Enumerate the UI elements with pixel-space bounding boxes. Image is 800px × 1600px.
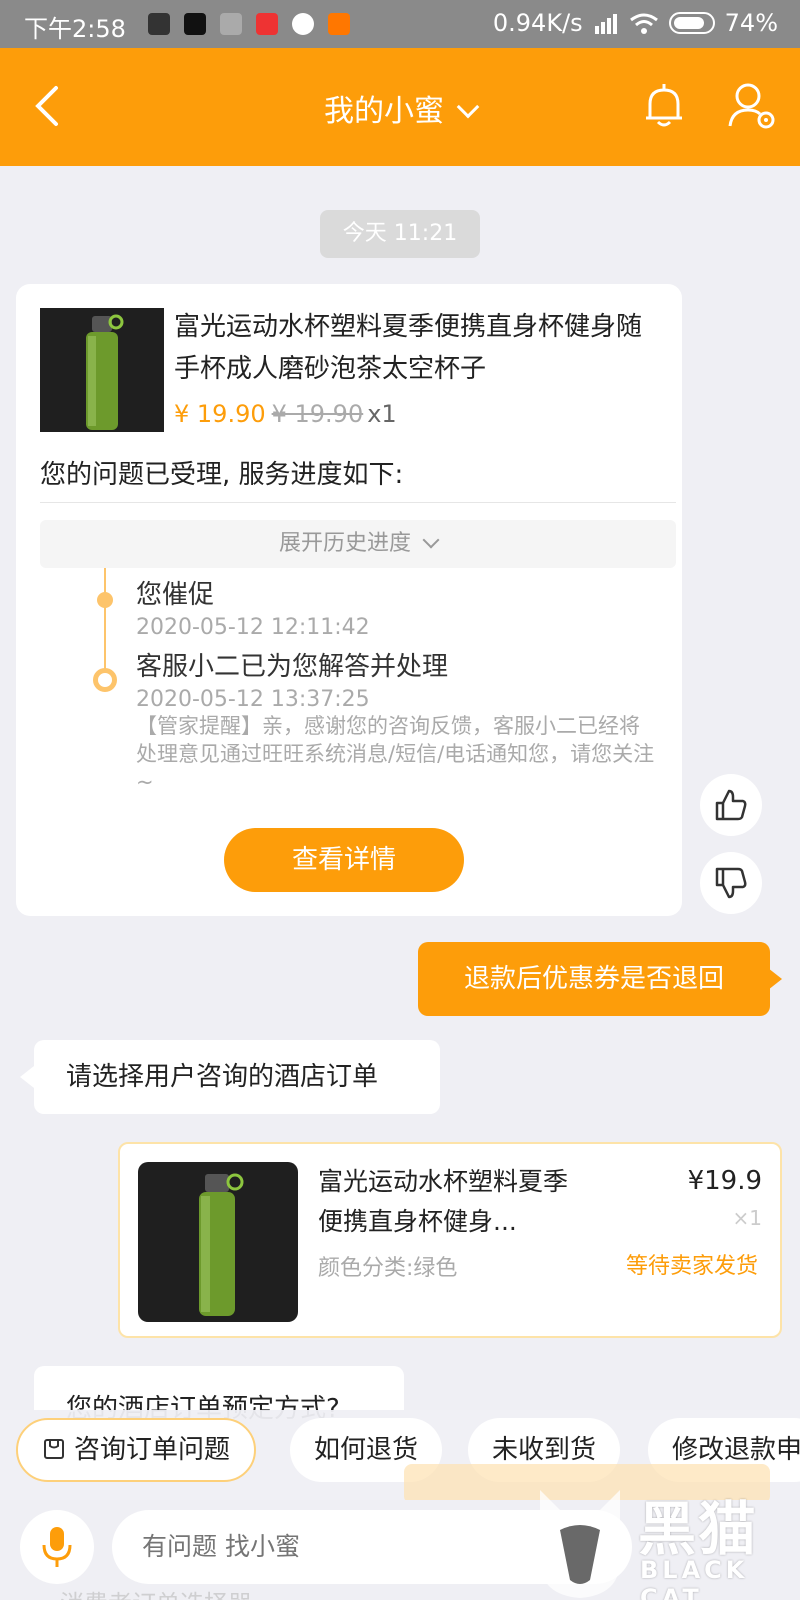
thumbs-up-button[interactable] [700, 774, 762, 836]
order-title: 富光运动水杯塑料夏季便携直身杯健身... [318, 1167, 569, 1236]
timeline-dot [97, 592, 113, 608]
order-quantity: ×1 [732, 1206, 762, 1230]
wifi-icon [629, 13, 658, 34]
signal-icon [594, 14, 617, 34]
view-details-button[interactable]: 查看详情 [224, 828, 464, 892]
product-price: ¥ 19.90 [174, 400, 266, 428]
bell-icon[interactable] [642, 82, 686, 130]
product-original-price: ¥ 19.90 [271, 400, 364, 428]
thumbs-down-icon [715, 867, 747, 899]
chat-timestamp: 今天 11:21 [320, 210, 480, 258]
black-cat-logo-icon [540, 1490, 620, 1598]
app-notification-icon [148, 13, 170, 35]
message-icon [220, 13, 242, 35]
accepted-text: 您的问题已受理, 服务进度如下: [40, 460, 404, 490]
timeline-dot-current [93, 668, 117, 692]
divider [40, 502, 676, 503]
order-icon [44, 1438, 64, 1459]
order-price: ¥19.9 [687, 1166, 762, 1196]
thumbs-down-button[interactable] [700, 852, 762, 914]
order-card[interactable]: 富光运动水杯塑料夏季便携直身杯健身... 颜色分类:绿色 ¥19.9 ×1 等待… [118, 1142, 782, 1338]
header-title-text: 我的小蜜 [324, 94, 444, 129]
expand-history-label: 展开历史进度 [278, 531, 411, 556]
order-product-image [138, 1162, 298, 1322]
order-status: 等待卖家发货 [625, 1254, 758, 1279]
battery-level: 74% [724, 9, 778, 37]
block-icon [292, 13, 314, 35]
timeline-item: 您催促 2020-05-12 12:11:42 [136, 574, 370, 640]
product-image[interactable] [40, 308, 164, 432]
timeline-item: 客服小二已为您解答并处理 2020-05-12 13:37:25 【管家提醒】亲… [136, 646, 656, 796]
timeline-title: 客服小二已为您解答并处理 [136, 652, 449, 682]
watermark-text: 黑猫 [638, 1495, 759, 1563]
service-progress-card: 富光运动水杯塑料夏季便携直身杯健身随手杯成人磨砂泡茶太空杯子 ¥ 19.90 ¥ … [16, 284, 682, 916]
bottom-faded-text: 消费者订单选择器 [60, 1584, 252, 1600]
water-bottle-image [86, 314, 124, 430]
product-title[interactable]: 富光运动水杯塑料夏季便携直身杯健身随手杯成人磨砂泡茶太空杯子 [174, 306, 666, 390]
timeline-time: 2020-05-12 12:11:42 [136, 615, 370, 640]
voice-button[interactable] [20, 1510, 94, 1584]
battery-icon [668, 12, 715, 34]
user-settings-icon[interactable] [726, 80, 778, 132]
quick-action-order-question[interactable]: 咨询订单问题 [16, 1418, 257, 1482]
timeline-line [104, 568, 106, 678]
chevron-down-icon [456, 95, 480, 119]
status-bar: 下午2:58 0.94K/s 74% [0, 0, 800, 48]
product-quantity: x1 [367, 400, 397, 428]
product-price-row: ¥ 19.90 ¥ 19.90 x1 [174, 400, 397, 428]
order-spec: 颜色分类:绿色 [318, 1256, 458, 1281]
status-app-icons [148, 13, 350, 35]
black-cat-watermark: 黑猫 BLACK CAT [530, 1480, 800, 1600]
status-time: 下午2:58 [24, 15, 126, 43]
water-bottle-image [199, 1173, 244, 1316]
bot-message-bubble: 请选择用户咨询的酒店订单 [20, 1040, 440, 1114]
header-bar: 我的小蜜 [0, 48, 800, 166]
video-app-icon [256, 13, 278, 35]
thumbs-up-icon [715, 789, 747, 821]
expand-history-button[interactable]: 展开历史进度 [40, 520, 676, 568]
timeline-note: 【管家提醒】亲，感谢您的咨询反馈，客服小二已经将处理意见通过旺旺系统消息/短信/… [136, 714, 655, 794]
watermark-subtext: BLACK CAT [640, 1556, 749, 1600]
microphone-icon [42, 1527, 72, 1567]
timeline-time: 2020-05-12 13:37:25 [136, 687, 370, 712]
tiktok-icon [184, 13, 206, 35]
timeline-title: 您催促 [136, 580, 215, 610]
user-message-bubble[interactable]: 退款后优惠券是否退回 [418, 942, 782, 1016]
quick-action-label: 咨询订单问题 [74, 1435, 231, 1465]
chevron-down-icon [422, 531, 440, 549]
network-speed: 0.94K/s [492, 9, 583, 37]
browser-icon [328, 13, 350, 35]
